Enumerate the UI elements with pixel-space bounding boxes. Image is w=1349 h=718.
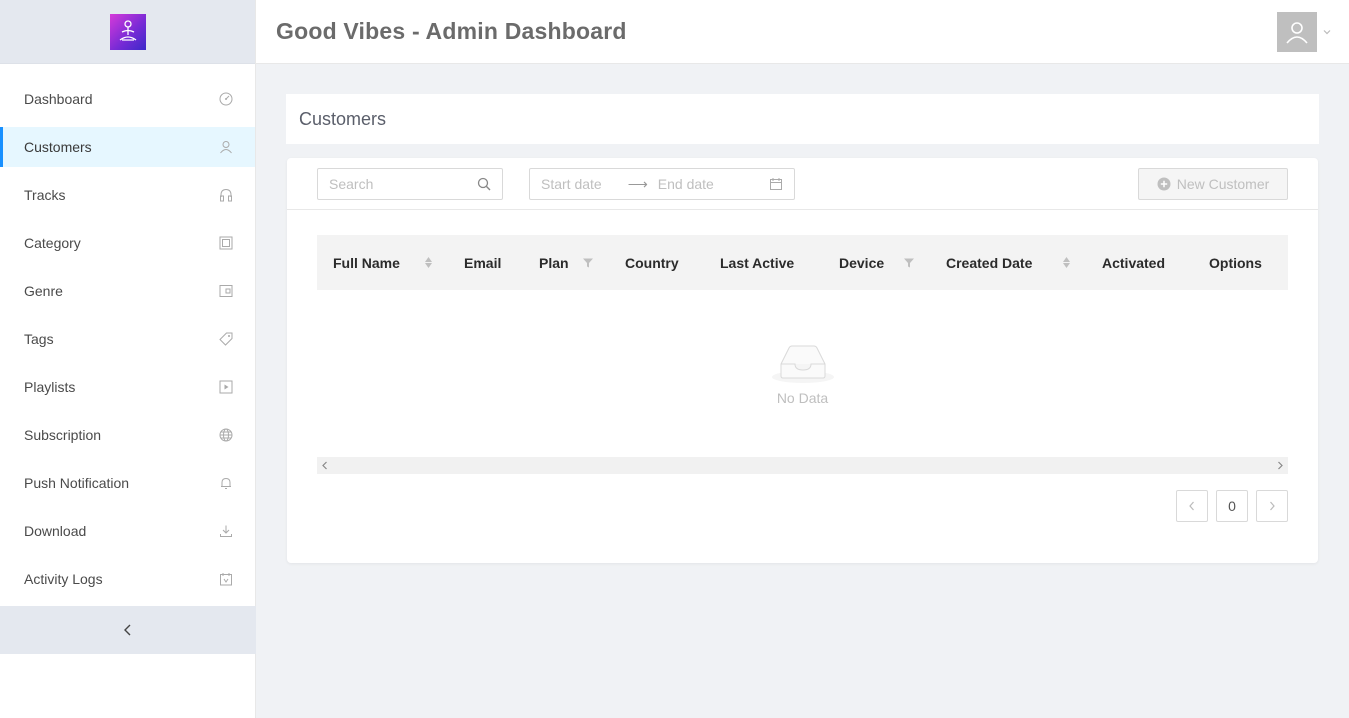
pagination: 0	[1176, 490, 1288, 522]
app-title: Good Vibes - Admin Dashboard	[276, 18, 627, 44]
calendar-icon	[769, 177, 783, 191]
app-logo[interactable]	[109, 13, 146, 50]
new-customer-button[interactable]: New Customer	[1138, 168, 1288, 200]
sidebar-collapse-button[interactable]	[0, 606, 256, 654]
horizontal-scrollbar[interactable]	[317, 457, 1288, 474]
filter-icon[interactable]	[904, 258, 914, 268]
range-arrow-icon: ⟶	[627, 175, 648, 192]
sidebar-item-label: Playlists	[24, 379, 76, 395]
page-title-card: Customers	[286, 94, 1319, 144]
sidebar-item-label: Tracks	[24, 187, 66, 203]
column-full-name[interactable]: Full Name	[317, 235, 448, 290]
column-last-active: Last Active	[704, 235, 823, 290]
avatar[interactable]	[1277, 11, 1317, 52]
chevron-right-icon	[1270, 501, 1275, 511]
sidebar-item-label: Tags	[24, 331, 54, 347]
column-country: Country	[609, 235, 704, 290]
new-customer-label: New Customer	[1176, 176, 1270, 192]
category-icon	[219, 236, 233, 250]
empty-inbox-icon	[771, 345, 834, 383]
chevron-left-icon	[124, 624, 131, 636]
scroll-right-icon	[1278, 461, 1283, 470]
date-range-picker[interactable]: Start date ⟶ End date	[529, 168, 795, 200]
dashboard-icon	[219, 92, 233, 106]
column-email: Email	[448, 235, 523, 290]
start-date-input[interactable]: Start date	[541, 176, 602, 192]
sidebar-menu: Dashboard Customers Tracks Category Genr…	[0, 64, 255, 599]
sidebar-item-customers[interactable]: Customers	[0, 127, 255, 167]
sidebar-item-genre[interactable]: Genre	[0, 271, 255, 311]
logo-area	[0, 0, 255, 64]
globe-icon	[219, 428, 233, 442]
user-menu[interactable]	[1277, 11, 1331, 52]
column-created-date[interactable]: Created Date	[930, 235, 1086, 290]
search-box[interactable]	[317, 168, 503, 200]
bell-icon	[219, 476, 233, 490]
table-header-row: Full Name Email Plan Country Last Active…	[317, 235, 1288, 290]
customers-panel: Start date ⟶ End date New Customer Full …	[287, 158, 1318, 563]
filter-icon[interactable]	[583, 258, 593, 268]
empty-state: No Data	[317, 290, 1288, 457]
genre-icon	[219, 284, 233, 298]
table-toolbar: Start date ⟶ End date New Customer	[287, 158, 1318, 210]
pagination-next-button[interactable]	[1256, 490, 1288, 522]
sidebar-item-label: Subscription	[24, 427, 102, 443]
sidebar-item-download[interactable]: Download	[0, 511, 255, 551]
sidebar-item-subscription[interactable]: Subscription	[0, 415, 255, 455]
sidebar-item-activity-logs[interactable]: Activity Logs	[0, 559, 255, 599]
pagination-prev-button[interactable]	[1176, 490, 1208, 522]
pagination-page-current[interactable]: 0	[1216, 490, 1248, 522]
empty-text: No Data	[776, 389, 829, 406]
page-title: Customers	[299, 108, 387, 129]
sort-icon[interactable]	[1063, 257, 1070, 268]
sidebar-item-dashboard[interactable]: Dashboard	[0, 79, 255, 119]
sidebar-item-label: Genre	[24, 283, 63, 299]
user-avatar-icon	[1286, 21, 1308, 44]
sidebar-item-label: Dashboard	[24, 91, 93, 107]
meditation-icon	[119, 19, 136, 41]
top-header: Good Vibes - Admin Dashboard	[256, 0, 1349, 64]
headphones-icon	[219, 188, 233, 202]
user-icon	[219, 140, 233, 154]
sidebar: Dashboard Customers Tracks Category Genr…	[0, 0, 256, 718]
customers-table: Full Name Email Plan Country Last Active…	[317, 235, 1288, 290]
sidebar-item-tracks[interactable]: Tracks	[0, 175, 255, 215]
sidebar-item-label: Customers	[24, 139, 92, 155]
column-device[interactable]: Device	[823, 235, 930, 290]
download-icon	[219, 524, 233, 538]
sidebar-item-playlists[interactable]: Playlists	[0, 367, 255, 407]
end-date-input[interactable]: End date	[658, 176, 714, 192]
chevron-left-icon	[1189, 501, 1194, 511]
column-plan[interactable]: Plan	[523, 235, 609, 290]
sidebar-item-label: Push Notification	[24, 475, 130, 491]
search-input[interactable]	[329, 176, 459, 192]
sidebar-item-label: Download	[24, 523, 87, 539]
tag-icon	[219, 332, 233, 346]
sidebar-item-category[interactable]: Category	[0, 223, 255, 263]
column-activated: Activated	[1086, 235, 1193, 290]
play-square-icon	[219, 380, 233, 394]
sidebar-item-tags[interactable]: Tags	[0, 319, 255, 359]
column-options: Options	[1193, 235, 1288, 290]
scroll-left-icon	[322, 461, 327, 470]
sidebar-item-push-notification[interactable]: Push Notification	[0, 463, 255, 503]
sort-icon[interactable]	[425, 257, 432, 268]
search-icon[interactable]	[477, 177, 491, 191]
calendar-icon	[219, 572, 233, 586]
caret-down-icon	[1323, 29, 1331, 34]
plus-circle-icon	[1157, 177, 1171, 191]
sidebar-item-label: Activity Logs	[24, 571, 103, 587]
sidebar-item-label: Category	[24, 235, 81, 251]
